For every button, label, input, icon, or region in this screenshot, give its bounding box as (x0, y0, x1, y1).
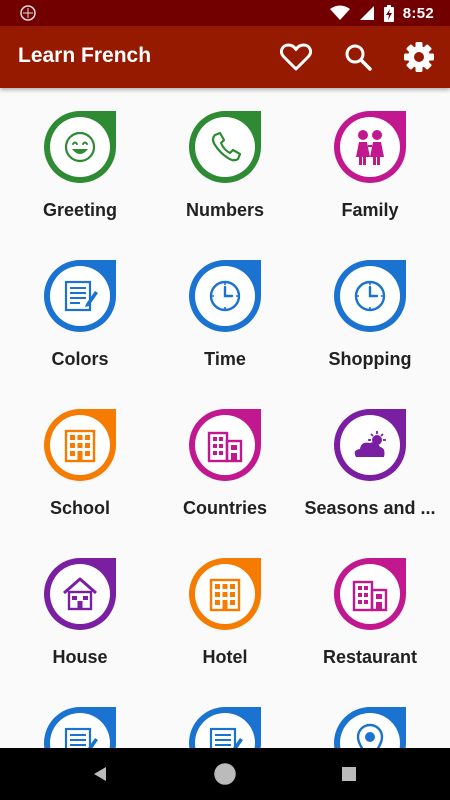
heart-icon (280, 43, 312, 71)
category-tile-numbers[interactable]: Numbers (150, 88, 300, 237)
house-icon (44, 558, 116, 630)
phone-icon (189, 111, 261, 183)
category-label: Seasons and ... (304, 498, 436, 518)
category-tile-seasons-and[interactable]: Seasons and ... (295, 386, 445, 535)
home-icon (214, 763, 236, 785)
wifi-icon (329, 5, 350, 20)
category-tile-item-13[interactable] (150, 684, 300, 748)
city-icon (189, 409, 261, 481)
recents-icon (342, 767, 356, 781)
category-tile-family[interactable]: Family (295, 88, 445, 237)
building-icon (189, 558, 261, 630)
category-tile-house[interactable]: House (5, 535, 155, 684)
category-label: Countries (182, 498, 267, 518)
category-tile-greeting[interactable]: Greeting (5, 88, 155, 237)
category-tile-item-14[interactable] (295, 684, 445, 748)
family-icon (334, 111, 406, 183)
category-tile-school[interactable]: School (5, 386, 155, 535)
category-label: House (52, 647, 108, 667)
clock-icon (334, 260, 406, 332)
location-icon (334, 707, 406, 748)
app-bar: Learn French (0, 26, 450, 88)
navigation-bar (0, 748, 450, 800)
category-tile-restaurant[interactable]: Restaurant (295, 535, 445, 684)
document-icon (44, 707, 116, 748)
building-icon (44, 409, 116, 481)
category-label: Time (204, 349, 246, 369)
battery-charging-icon (383, 4, 394, 22)
category-label: Hotel (202, 647, 248, 667)
document-icon (189, 707, 261, 748)
search-icon (345, 44, 372, 71)
category-tile-hotel[interactable]: Hotel (150, 535, 300, 684)
smiley-icon (44, 111, 116, 183)
clock-icon (189, 260, 261, 332)
category-grid: Greeting Numbers Family Colors Time Shop… (0, 88, 450, 748)
favorites-button[interactable] (279, 40, 313, 74)
weather-icon (334, 409, 406, 481)
category-tile-shopping[interactable]: Shopping (295, 237, 445, 386)
back-button[interactable] (88, 762, 112, 786)
search-button[interactable] (341, 40, 375, 74)
settings-button[interactable] (402, 40, 436, 74)
category-label: School (49, 498, 110, 518)
category-label: Greeting (42, 200, 117, 220)
page-title: Learn French (18, 44, 152, 67)
category-label: Shopping (328, 349, 412, 369)
home-button[interactable] (213, 762, 237, 786)
back-icon (94, 767, 106, 781)
category-label: Family (341, 200, 399, 220)
category-tile-item-12[interactable] (5, 684, 155, 748)
category-label: Numbers (185, 200, 265, 220)
signal-icon (359, 6, 374, 20)
category-tile-time[interactable]: Time (150, 237, 300, 386)
category-tile-colors[interactable]: Colors (5, 237, 155, 386)
city-icon (334, 558, 406, 630)
category-label: Colors (51, 349, 109, 369)
document-icon (44, 260, 116, 332)
category-label: Restaurant (322, 647, 418, 667)
category-tile-countries[interactable]: Countries (150, 386, 300, 535)
settings-icon (404, 42, 434, 72)
notification-icon (20, 5, 36, 21)
status-bar: 8:52 (0, 0, 450, 26)
recents-button[interactable] (337, 762, 361, 786)
clock-time: 8:52 (402, 4, 434, 22)
